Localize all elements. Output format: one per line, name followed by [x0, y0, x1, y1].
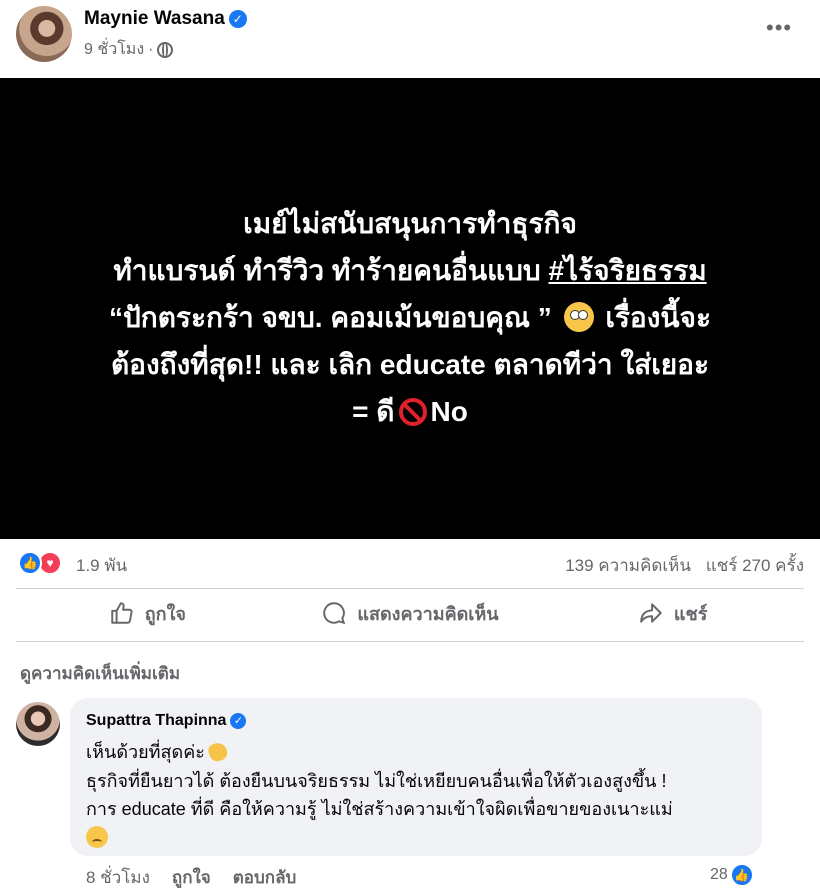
share-label: แชร์: [673, 603, 708, 624]
more-icon[interactable]: •••: [766, 17, 792, 39]
image-line-5: = ดี No: [0, 388, 820, 435]
reaction-icons[interactable]: 👍 ♥: [18, 551, 66, 575]
verified-icon: ✓: [228, 10, 247, 28]
share-icon: [640, 603, 662, 623]
image-line-4: ต้องถึงที่สุด!! และ เลิก educate ตลาดทีว…: [110, 349, 710, 380]
author-name[interactable]: Maynie Wasana: [84, 8, 225, 29]
engagement-counts: 139 ความคิดเห็น แชร์ 270 ครั้ง: [555, 552, 804, 579]
hashtag-link: #ไร้จริยธรรม: [548, 255, 707, 286]
image-line-3-text: “ปักตระกร้า จขบ. คอมเม้นขอบคุณ ”: [109, 302, 552, 333]
comment-label: แสดงความคิดเห็น: [357, 603, 499, 624]
comment-line-3: การ educate ที่ดี คือให้ความรู้ ไม่ใช่สร…: [86, 799, 673, 819]
image-line-5-text: = ดี: [352, 396, 395, 427]
divider: [16, 641, 804, 642]
reaction-count[interactable]: 1.9 พัน: [76, 552, 127, 579]
like-reaction-icon: 👍: [18, 551, 42, 575]
face-rolling-eyes-icon: [563, 302, 594, 332]
comment-line-2: ธุรกิจที่ยืนยาวได้ ต้องยืนบนจริยธรรม ไม่…: [86, 770, 667, 791]
image-line-3-end: เรื่องนี้จะ: [605, 302, 711, 333]
image-line-3: “ปักตระกร้า จขบ. คอมเม้นขอบคุณ ” เรื่องน…: [0, 294, 820, 341]
prohibited-icon: [398, 398, 427, 426]
like-reaction-icon: 👍: [729, 863, 754, 887]
post-time[interactable]: 9 ชั่วโมง: [84, 37, 144, 62]
avatar[interactable]: [16, 6, 72, 62]
view-more-comments[interactable]: ดูความคิดเห็นเพิ่มเติม: [20, 660, 180, 687]
comment-actions: 8 ชั่วโมง ถูกใจ ตอบกลับ: [86, 864, 296, 888]
commenter-name[interactable]: Supattra Thapinna: [86, 712, 226, 729]
pensive-face-icon: [86, 825, 108, 848]
comment-like-number: 28: [710, 866, 728, 883]
image-line-1: เมย์ไม่สนับสนุนการทำธุรกิจ: [243, 208, 577, 239]
post-header: Maynie Wasana ✓ 9 ชั่วโมง · •••: [0, 0, 820, 78]
post-actions: ถูกใจ แสดงความคิดเห็น แชร์: [16, 590, 804, 636]
comment-count[interactable]: 139 ความคิดเห็น: [565, 556, 691, 575]
comment-icon: [323, 602, 346, 625]
comment-line-1-text: เห็นด้วยที่สุดค่ะ: [86, 742, 205, 762]
post-image[interactable]: เมย์ไม่สนับสนุนการทำธุรกิจ ทำแบรนด์ ทำรี…: [0, 78, 820, 539]
comment-line-1: เห็นด้วยที่สุดค่ะ: [86, 738, 756, 767]
commenter-avatar[interactable]: [16, 702, 60, 746]
globe-icon: [157, 41, 174, 58]
image-line-2: ทำแบรนด์ ทำรีวิว ทำร้ายคนอื่นแบบ #ไร้จริ…: [0, 247, 820, 294]
like-label: ถูกใจ: [144, 603, 186, 624]
comment-line-4: [86, 824, 756, 853]
clap-icon: [206, 740, 230, 764]
meta-separator: ·: [148, 40, 154, 58]
share-count[interactable]: แชร์ 270 ครั้ง: [706, 556, 804, 575]
verified-icon: ✓: [230, 713, 247, 729]
comment-like-button[interactable]: ถูกใจ: [172, 864, 211, 888]
like-icon: [111, 602, 133, 624]
comment-reply-button[interactable]: ตอบกลับ: [233, 864, 297, 888]
comment-like-count[interactable]: 28 👍: [710, 863, 754, 887]
comment-button[interactable]: แสดงความคิดเห็น: [279, 590, 542, 636]
comment-text: เห็นด้วยที่สุดค่ะ ธุรกิจที่ยืนยาวได้ ต้อ…: [86, 738, 756, 852]
comment-time[interactable]: 8 ชั่วโมง: [86, 864, 150, 888]
image-line-2-text: ทำแบรนด์ ทำรีวิว ทำร้ายคนอื่นแบบ: [113, 255, 549, 286]
divider: [16, 588, 804, 589]
image-line-5-end: No: [430, 396, 468, 427]
commenter-name-row: Supattra Thapinna ✓: [86, 712, 247, 730]
post-meta: 9 ชั่วโมง ·: [84, 37, 174, 62]
comment-bubble: Supattra Thapinna ✓ เห็นด้วยที่สุดค่ะ ธุร…: [70, 698, 762, 856]
like-button[interactable]: ถูกใจ: [16, 590, 279, 636]
image-text: เมย์ไม่สนับสนุนการทำธุรกิจ ทำแบรนด์ ทำรี…: [0, 200, 820, 435]
author-name-row: Maynie Wasana ✓: [84, 8, 247, 30]
share-button[interactable]: แชร์: [541, 590, 804, 636]
reactions-bar: 👍 ♥ 1.9 พัน 139 ความคิดเห็น แชร์ 270 ครั…: [0, 539, 820, 585]
